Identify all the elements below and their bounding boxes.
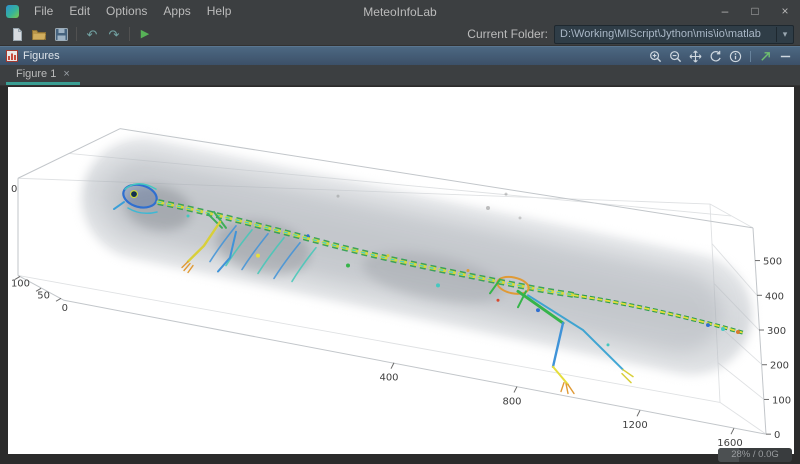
x-tick-1200: 1200 [622, 420, 647, 431]
x-tick-800: 800 [502, 396, 521, 407]
rotate-button[interactable] [707, 49, 724, 64]
y-axis-labels: 100 50 0 [11, 278, 68, 314]
dock-title: Figures [23, 50, 60, 62]
figure-toolbar [647, 49, 794, 64]
new-script-button[interactable] [6, 24, 28, 44]
menu-edit[interactable]: Edit [61, 0, 98, 23]
hide-dock-button[interactable] [777, 49, 794, 64]
zoom-out-icon [669, 50, 682, 63]
run-button[interactable]: ▶ [134, 24, 156, 44]
figure-canvas[interactable]: 400 800 1200 1600 100 50 0 0 100 200 300… [8, 87, 794, 454]
y-tick-50: 50 [37, 290, 50, 301]
main-toolbar: ↶ ↷ ▶ Current Folder: D:\Working\MIScrip… [0, 23, 800, 46]
new-script-icon [10, 27, 25, 42]
save-icon [54, 27, 69, 42]
window-controls: – □ × [710, 0, 800, 23]
menu-options[interactable]: Options [98, 0, 155, 23]
redo-button[interactable]: ↷ [103, 24, 125, 44]
zoom-in-button[interactable] [647, 49, 664, 64]
open-button[interactable] [28, 24, 50, 44]
current-folder-combobox[interactable]: D:\Working\MIScript\Jython\mis\io\matlab… [554, 25, 794, 44]
save-button[interactable] [50, 24, 72, 44]
toolbar-separator [129, 27, 130, 41]
title-bar: File Edit Options Apps Help MeteoInfoLab… [0, 0, 800, 23]
minimize-line-icon [779, 50, 792, 63]
z-tick-0: 0 [774, 430, 780, 441]
undo-button[interactable]: ↶ [81, 24, 103, 44]
z-tick-500: 500 [763, 257, 782, 268]
tab-label: Figure 1 [16, 68, 56, 80]
close-button[interactable]: × [770, 0, 800, 23]
float-window-button[interactable] [757, 49, 774, 64]
tab-figure-1[interactable]: Figure 1 × [6, 66, 80, 85]
chevron-down-icon[interactable]: ▾ [776, 27, 793, 42]
x-tick-400: 400 [379, 373, 398, 384]
figure-content-area: 400 800 1200 1600 100 50 0 0 100 200 300… [0, 86, 800, 464]
run-icon: ▶ [141, 29, 149, 40]
current-folder-value[interactable]: D:\Working\MIScript\Jython\mis\io\matlab [555, 28, 776, 40]
figures-icon [6, 50, 18, 62]
z-tick-400: 400 [765, 291, 784, 302]
current-folder-label: Current Folder: [467, 27, 548, 41]
open-folder-icon [31, 27, 47, 42]
x-axis-labels: 400 800 1200 1600 [379, 373, 742, 449]
y-tick-0: 0 [62, 303, 68, 314]
zoom-in-icon [649, 50, 662, 63]
z-tick-200: 200 [770, 361, 789, 372]
memory-usage-text: 28% / 0.0G [718, 448, 792, 462]
menu-file[interactable]: File [26, 0, 61, 23]
pan-icon [689, 50, 702, 63]
app-logo-icon [6, 5, 19, 18]
float-arrow-icon [759, 50, 772, 63]
z-tick-300: 300 [767, 326, 786, 337]
identify-button[interactable] [727, 49, 744, 64]
maximize-button[interactable]: □ [740, 0, 770, 23]
figure-tab-bar: Figure 1 × [0, 65, 800, 86]
y-tick-100: 100 [11, 278, 30, 289]
figures-dock-header: Figures [0, 46, 800, 65]
toolbar-separator [76, 27, 77, 41]
undo-icon: ↶ [87, 28, 98, 41]
dock-toolbar-separator [750, 51, 751, 62]
memory-indicator[interactable]: 28% / 0.0G [718, 448, 792, 462]
redo-icon: ↷ [109, 28, 120, 41]
zoom-out-button[interactable] [667, 49, 684, 64]
menu-help[interactable]: Help [199, 0, 240, 23]
z-origin-label: 0 [11, 184, 17, 195]
z-tick-100: 100 [772, 395, 791, 406]
meteoinfolab-window: File Edit Options Apps Help MeteoInfoLab… [0, 0, 800, 464]
pan-button[interactable] [687, 49, 704, 64]
minimize-button[interactable]: – [710, 0, 740, 23]
rotate-icon [709, 50, 722, 63]
current-folder-group: Current Folder: D:\Working\MIScript\Jyth… [467, 25, 794, 44]
menu-apps[interactable]: Apps [155, 0, 198, 23]
identify-info-icon [729, 50, 742, 63]
tab-close-icon[interactable]: × [63, 69, 69, 80]
